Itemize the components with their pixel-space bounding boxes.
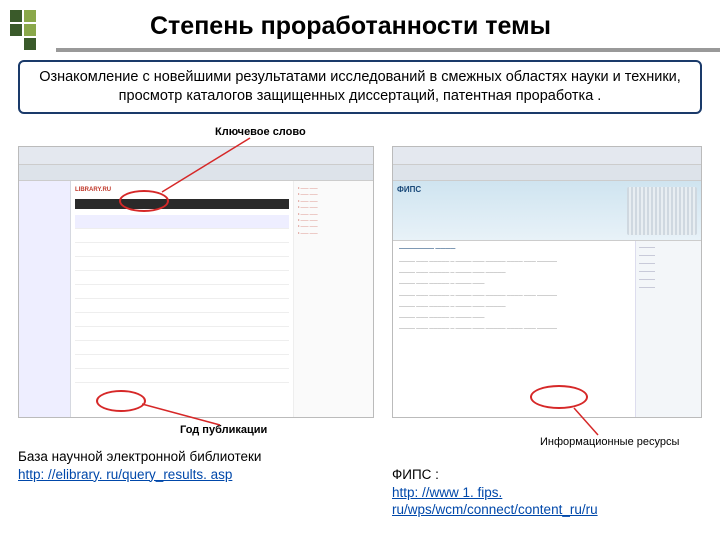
title-divider <box>56 48 720 52</box>
caption-elibrary: База научной электронной библиотеки http… <box>18 448 378 483</box>
highlight-resources <box>530 385 588 409</box>
slide-logo <box>10 10 50 50</box>
highlight-keyword <box>119 190 169 212</box>
caption-fips-text: ФИПС : <box>392 467 439 482</box>
fips-hero: ФИПС <box>397 185 421 194</box>
elibrary-logo: LIBRARY.RU <box>75 187 289 193</box>
caption-fips: ФИПС : http: //www 1. fips. ru/wps/wcm/c… <box>392 466 706 519</box>
link-elibrary[interactable]: http: //elibrary. ru/query_results. asp <box>18 467 232 482</box>
screenshot-elibrary: LIBRARY.RU • —— ——• —— ——• —— —— • —— ——… <box>18 146 374 418</box>
highlight-year <box>96 390 146 412</box>
link-fips[interactable]: http: //www 1. fips. ru/wps/wcm/connect/… <box>392 485 598 518</box>
building-icon <box>627 187 697 235</box>
label-keyword: Ключевое слово <box>215 126 306 138</box>
label-resources: Информационные ресурсы <box>540 436 679 448</box>
intro-box: Ознакомление с новейшими результатами ис… <box>18 60 702 114</box>
screenshot-fips: ФИПС ——————— ———— ———— ——— ————— — ———— … <box>392 146 702 418</box>
label-year: Год публикации <box>180 424 267 436</box>
caption-elibrary-text: База научной электронной библиотеки <box>18 449 261 464</box>
slide-title: Степень проработанности темы <box>150 12 720 41</box>
